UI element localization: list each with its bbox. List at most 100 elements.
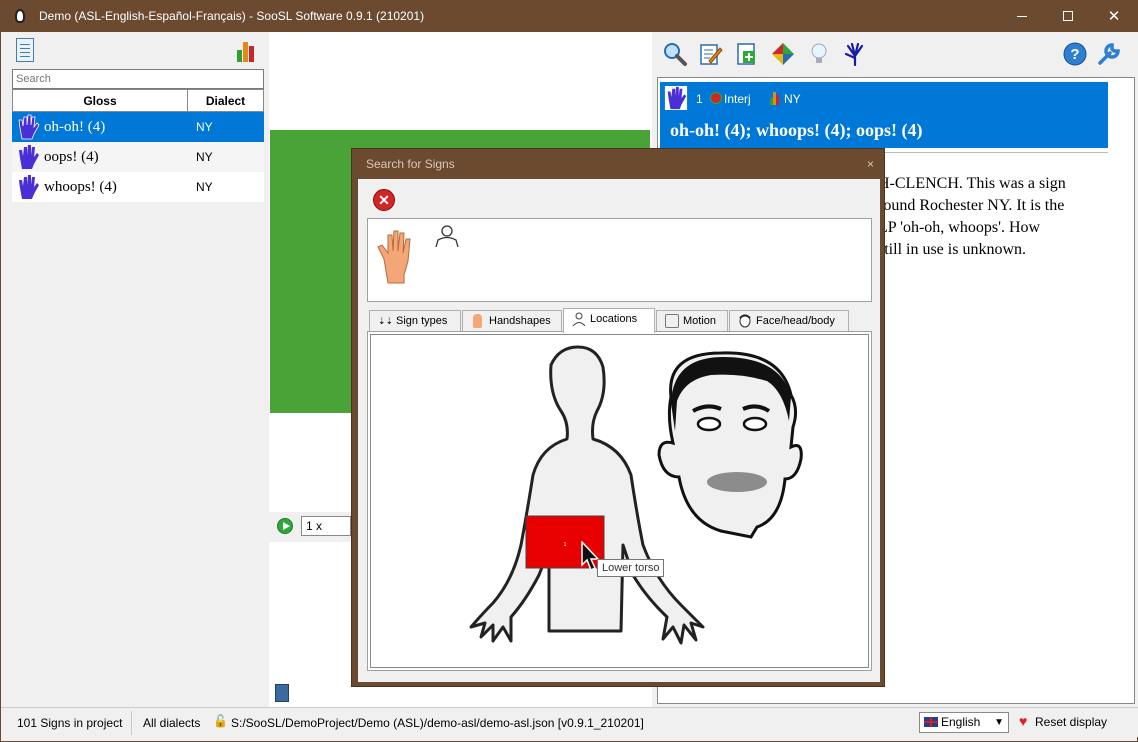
close-icon: ✕ [1107, 8, 1121, 25]
tab-label: Locations [590, 313, 638, 325]
app-icon [15, 9, 25, 23]
sign-list-panel: Gloss Dialect oh-oh! (4) NY oops! (4) NY… [11, 32, 265, 707]
right-toolbar: ? [653, 32, 1138, 76]
clear-search-button[interactable]: ✕ [373, 189, 395, 211]
dialect-status[interactable]: All dialects [143, 716, 200, 730]
lightbulb-icon[interactable] [807, 42, 831, 66]
dialog-close-button[interactable]: × [867, 157, 874, 171]
colour-palette-icon[interactable] [771, 42, 795, 66]
title-bar: Demo (ASL-English-Español-Français) - So… [1, 1, 1138, 32]
open-hand-icon[interactable] [376, 229, 416, 285]
window-title: Demo (ASL-English-Español-Français) - So… [39, 9, 425, 23]
lock-icon: 🔓 [213, 714, 228, 728]
tab-motion[interactable]: Motion [656, 310, 728, 332]
face-icon [739, 314, 751, 328]
search-input[interactable] [12, 69, 264, 89]
left-eye-shape [696, 416, 722, 432]
dialect-text: NY [196, 120, 213, 134]
project-path: S:/SooSL/DemoProject/Demo (ASL)/demo-asl… [231, 716, 644, 730]
minimize-icon [1017, 16, 1027, 17]
chevron-down-icon: ▼ [994, 717, 1004, 728]
sign-count: 101 Signs in project [17, 716, 123, 730]
gloss-text: oops! (4) [44, 148, 99, 165]
status-bar: 101 Signs in project All dialects 🔓 S:/S… [1, 707, 1138, 737]
maximize-icon [1063, 11, 1073, 21]
table-row[interactable]: oops! (4) NY [12, 142, 264, 172]
dialect-text: NY [196, 180, 213, 194]
film-icon[interactable] [275, 684, 289, 702]
handshape-icon [473, 314, 482, 328]
gloss-text: oh-oh! (4) [44, 118, 106, 135]
hand-icon [19, 175, 39, 199]
status-separator [131, 711, 132, 735]
part-of-speech-icon [710, 92, 722, 104]
part-of-speech: Interj [724, 92, 751, 106]
sense-header[interactable]: 1 Interj NY oh-oh! (4); whoops! (4); oop… [660, 82, 1108, 148]
tab-locations[interactable]: Locations [563, 308, 655, 333]
maximize-button[interactable] [1045, 1, 1091, 32]
reset-display-button[interactable]: ♥ Reset display [1019, 713, 1108, 729]
search-icon[interactable] [663, 42, 687, 66]
location-picker: 1 Lower torso [370, 334, 869, 668]
heart-icon: ♥ [1019, 713, 1028, 729]
left-toolbar [11, 32, 265, 68]
main-window: Demo (ASL-English-Español-Français) - So… [0, 0, 1138, 742]
svg-text:?: ? [1070, 46, 1079, 63]
dialog-title-bar: Search for Signs × [352, 149, 884, 179]
column-header-gloss[interactable]: Gloss [12, 89, 188, 111]
body-outline [469, 345, 705, 645]
speed-spinbox[interactable]: 1 x [301, 516, 351, 536]
sign-types-icon: ⇣⇣ [378, 316, 394, 326]
dialect-text: NY [196, 150, 213, 164]
motion-icon [665, 314, 679, 328]
tab-handshapes[interactable]: Handshapes [462, 310, 562, 332]
tab-sign-types[interactable]: ⇣⇣ Sign types [369, 310, 461, 332]
edit-icon[interactable] [699, 42, 723, 66]
search-criteria-box [367, 218, 872, 302]
table-row[interactable]: oh-oh! (4) NY [12, 112, 264, 142]
mouth-region[interactable] [707, 472, 767, 492]
close-button[interactable]: ✕ [1091, 1, 1137, 32]
dialog-body: ✕ ⇣⇣ Sign types Handshapes Locations Mot… [358, 179, 880, 682]
tab-face-head-body[interactable]: Face/head/body [729, 310, 849, 332]
sense-dialect: NY [784, 92, 801, 106]
settings-wrench-icon[interactable] [1097, 42, 1121, 66]
region-number: 1 [564, 542, 567, 548]
handshape-icon[interactable] [843, 42, 867, 66]
search-tabs: ⇣⇣ Sign types Handshapes Locations Motion… [369, 308, 869, 333]
document-icon[interactable] [16, 38, 34, 62]
tab-label: Motion [683, 315, 717, 327]
column-header-dialect[interactable]: Dialect [188, 89, 264, 111]
locations-panel: 1 Lower torso [367, 331, 872, 671]
play-button[interactable] [277, 518, 293, 534]
right-eye-shape [742, 416, 768, 432]
search-dialog: Search for Signs × ✕ ⇣⇣ Sign types Handsh [351, 148, 885, 687]
minimize-button[interactable] [999, 1, 1045, 32]
location-icon [572, 312, 586, 326]
tab-label: Sign types [396, 315, 448, 327]
table-row[interactable]: whoops! (4) NY [12, 172, 264, 202]
gloss-line: oh-oh! (4); whoops! (4); oops! (4) [670, 120, 923, 140]
tab-label: Face/head/body [756, 315, 835, 327]
dialect-filter-icon[interactable] [237, 38, 257, 62]
body-location-icon[interactable] [434, 223, 460, 247]
gloss-text: whoops! (4) [44, 178, 117, 195]
tab-label: Handshapes [489, 315, 551, 327]
dialog-title: Search for Signs [366, 157, 455, 171]
new-sign-icon[interactable] [735, 42, 759, 66]
dialect-icon [770, 91, 780, 105]
hand-icon [19, 145, 39, 169]
clear-icon: ✕ [378, 192, 390, 208]
language-value: English [941, 715, 981, 729]
uk-flag-icon [924, 717, 938, 727]
body-diagram[interactable]: 1 [371, 335, 868, 667]
location-tooltip: Lower torso [597, 559, 665, 577]
language-select[interactable]: English ▼ [919, 712, 1009, 733]
help-icon[interactable]: ? [1063, 42, 1087, 66]
hand-icon [664, 86, 688, 110]
gloss-table-header: Gloss Dialect [12, 89, 264, 112]
sense-number: 1 [696, 92, 703, 106]
gloss-table: Gloss Dialect oh-oh! (4) NY oops! (4) NY… [12, 89, 264, 202]
hand-icon [18, 114, 40, 140]
reset-display-label: Reset display [1035, 715, 1108, 729]
